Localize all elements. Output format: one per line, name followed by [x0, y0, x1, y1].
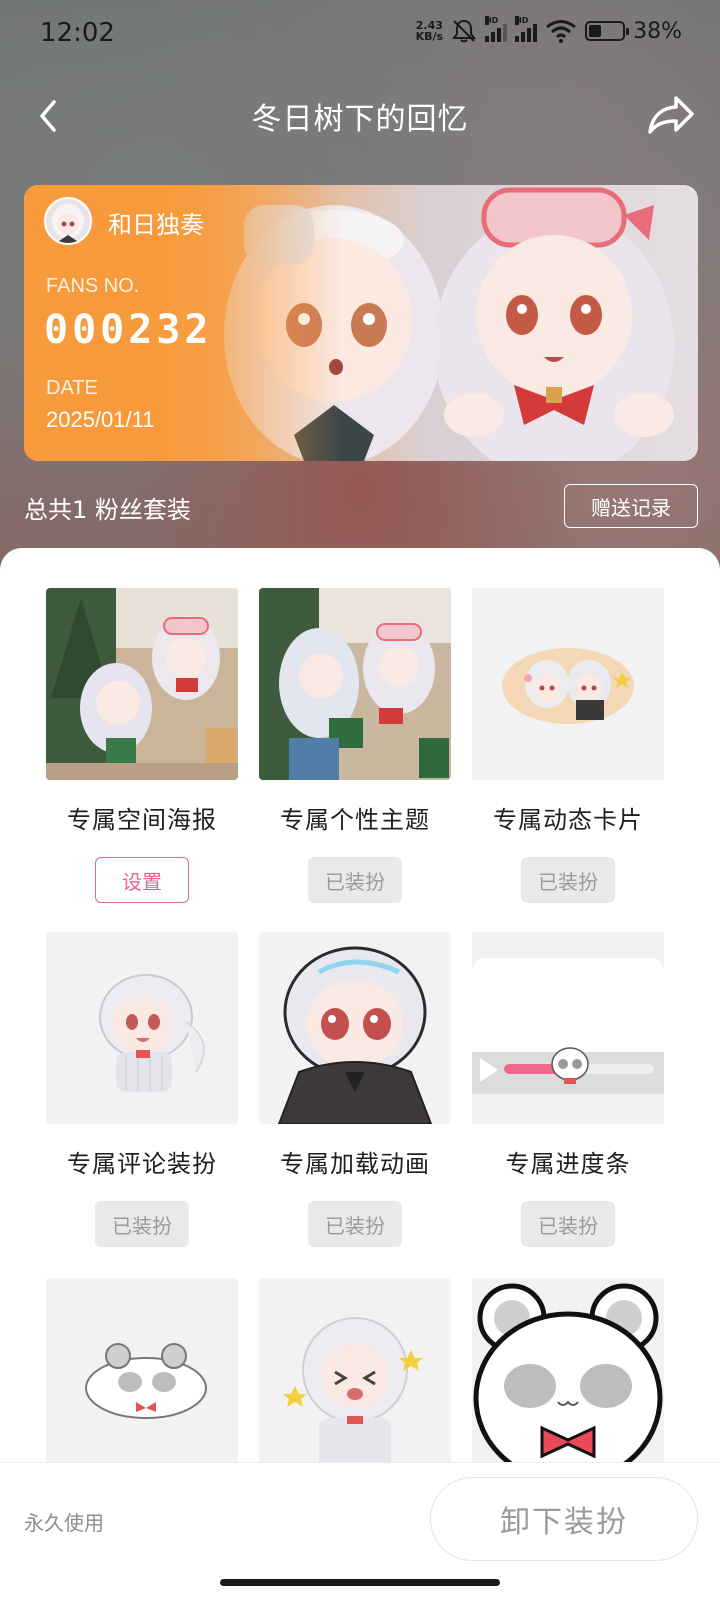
thumb-loading-animation[interactable] [259, 932, 451, 1124]
bear-lying-image [46, 1278, 238, 1470]
hd-label-1: HD [485, 16, 499, 25]
status-bar: 12:02 2.43 KB/s HD HD 38% [0, 0, 720, 64]
bottom-action-bar: 永久使用 卸下装扮 [0, 1462, 720, 1600]
bear-face-image [472, 1278, 664, 1470]
thumb-theme[interactable] [259, 588, 451, 780]
item-title: 专属评论装扮 [67, 1150, 217, 1178]
share-icon[interactable] [646, 92, 696, 138]
grid-item-progress-bar[interactable]: 专属进度条 已装扮 [472, 932, 664, 1247]
grid-item-theme[interactable]: 专属个性主题 已装扮 [259, 588, 451, 903]
equipped-button[interactable]: 已装扮 [308, 857, 402, 903]
item-title: 专属加载动画 [280, 1150, 430, 1178]
grid-item-9[interactable] [472, 1278, 664, 1470]
mute-icon [452, 19, 477, 43]
item-title: 专属空间海报 [67, 806, 217, 834]
items-sheet: 专属空间海报 设置 专属个性主题 已装扮 专属动态卡片 已装扮 专属评论装扮 已… [0, 548, 720, 1600]
status-icons: 2.43 KB/s HD HD 38% [416, 16, 682, 44]
grid-item-space-poster[interactable]: 专属空间海报 设置 [46, 588, 238, 903]
avatar[interactable] [44, 197, 92, 245]
item-title: 专属个性主题 [280, 806, 430, 834]
item-title: 专属进度条 [505, 1150, 631, 1178]
grid-item-comment-decoration[interactable]: 专属评论装扮 已装扮 [46, 932, 238, 1247]
hd-label-2: HD [515, 16, 529, 25]
dynamic-card-image [472, 588, 664, 780]
comment-decoration-image [46, 932, 238, 1124]
network-speed: 2.43 KB/s [416, 20, 443, 42]
signal-icon-2: HD [515, 16, 538, 42]
network-speed-unit: KB/s [415, 30, 444, 43]
thumb-space-poster[interactable] [46, 588, 238, 780]
thumb-progress-bar[interactable] [472, 932, 664, 1124]
wifi-icon [546, 20, 577, 43]
set-button[interactable]: 设置 [95, 857, 189, 903]
item-title: 专属动态卡片 [493, 806, 643, 834]
space-poster-image [46, 588, 238, 780]
fan-card[interactable]: 和日独奏 FANS NO. 000232 DATE 2025/01/11 [24, 185, 698, 461]
grid-item-loading-animation[interactable]: 专属加载动画 已装扮 [259, 932, 451, 1247]
signal-icon-1: HD [485, 16, 508, 42]
card-date: 2025/01/11 [46, 407, 155, 432]
character-cheer-image [259, 1278, 451, 1470]
suit-count-text: 总共1 粉丝套装 [24, 496, 191, 524]
thumb-comment-decoration[interactable] [46, 932, 238, 1124]
progress-bar-image [472, 932, 664, 1124]
equipped-button[interactable]: 已装扮 [308, 1201, 402, 1247]
thumb-item-7[interactable] [46, 1278, 238, 1470]
gift-record-button[interactable]: 赠送记录 [564, 484, 698, 528]
equipped-button[interactable]: 已装扮 [521, 857, 615, 903]
page-title: 冬日树下的回忆 [251, 102, 469, 137]
thumb-item-9[interactable] [472, 1278, 664, 1470]
battery-percent: 38% [633, 18, 682, 44]
permanent-use-label: 永久使用 [24, 1511, 104, 1535]
fans-no-label: FANS NO. [46, 275, 140, 297]
status-time: 12:02 [40, 18, 115, 48]
avatar-image [46, 199, 90, 243]
home-indicator[interactable] [220, 1579, 500, 1586]
thumb-item-8[interactable] [259, 1278, 451, 1470]
nav-bar: 冬日树下的回忆 [0, 80, 720, 152]
loading-animation-image [259, 932, 451, 1124]
grid-item-7[interactable] [46, 1278, 238, 1470]
grid-item-dynamic-card[interactable]: 专属动态卡片 已装扮 [472, 588, 664, 903]
equipped-button[interactable]: 已装扮 [521, 1201, 615, 1247]
theme-image [259, 588, 451, 780]
date-label: DATE [46, 377, 98, 399]
thumb-dynamic-card[interactable] [472, 588, 664, 780]
grid-item-8[interactable] [259, 1278, 451, 1470]
equipped-button[interactable]: 已装扮 [95, 1201, 189, 1247]
fans-number: 000232 [44, 307, 213, 353]
card-user-name: 和日独奏 [108, 211, 204, 239]
battery-icon [585, 21, 630, 41]
unequip-button[interactable]: 卸下装扮 [430, 1477, 698, 1561]
